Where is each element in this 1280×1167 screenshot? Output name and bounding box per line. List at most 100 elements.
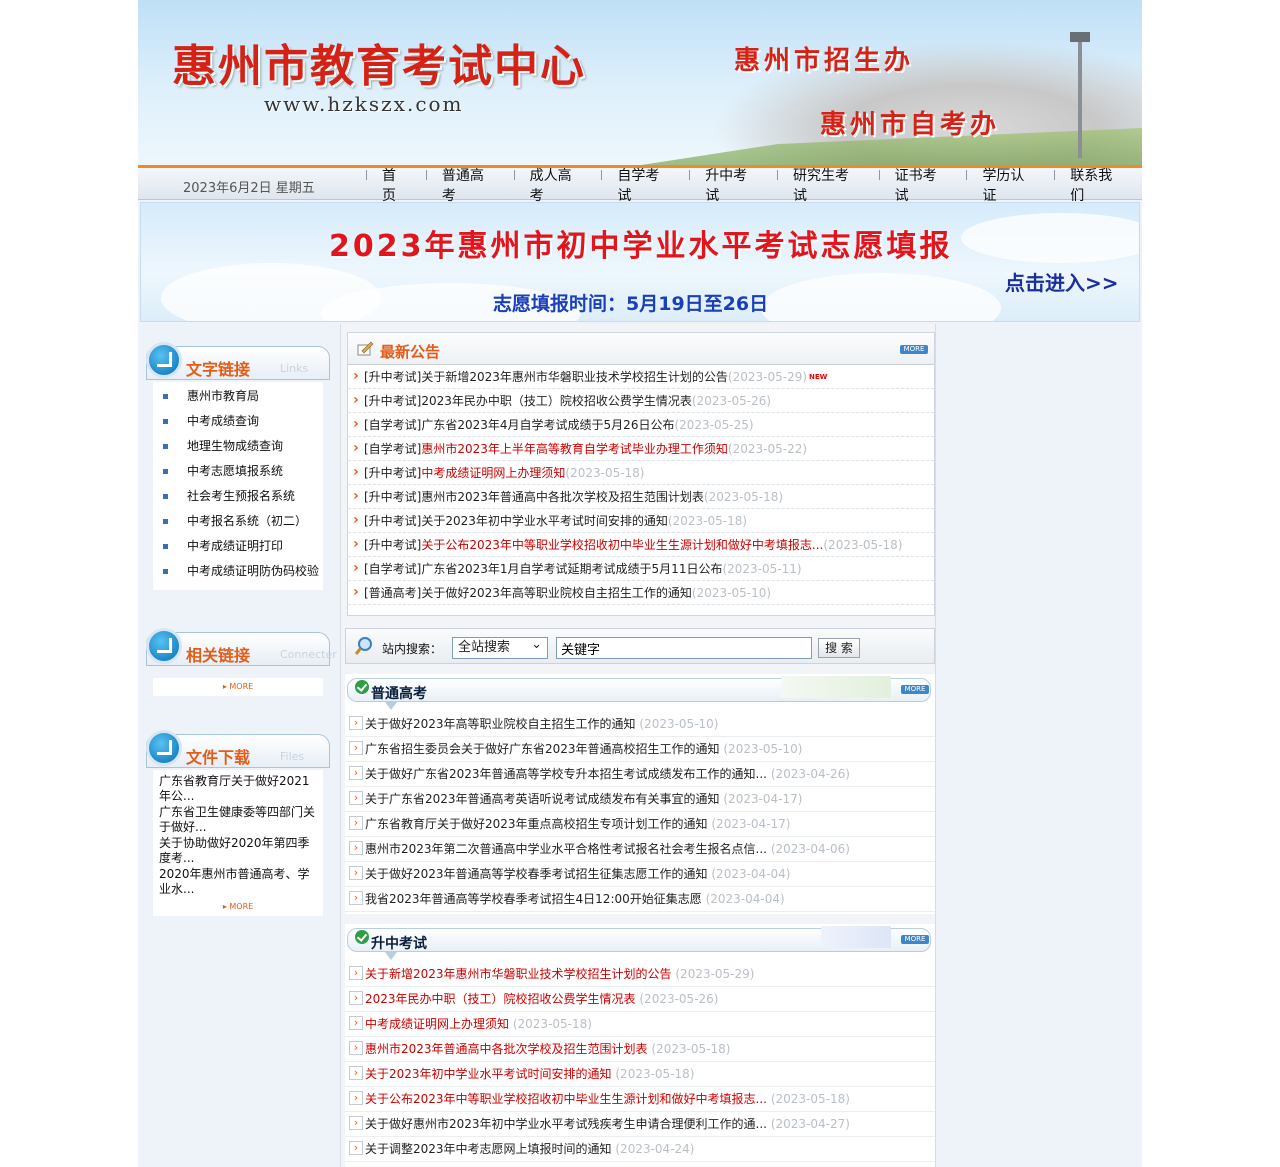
link-item-anticounterfeit[interactable]: 中考成绩证明防伪码校验 [153,559,323,584]
notice-date: (2023-05-29) [727,370,808,384]
item-link[interactable]: 关于新增2023年惠州市华磐职业技术学校招生计划的公告 [365,967,672,981]
list-item[interactable]: 关于做好2023年普通高等学校春季考试招生征集志愿工作的通知 (2023-04-… [345,862,935,887]
notice-link[interactable]: 2023年民办中职（技工）院校招收公费学生情况表 [421,394,692,408]
list-item[interactable]: 广东省招生委员会关于做好广东省2023年普通高校招生工作的通知 (2023-05… [345,737,935,762]
gaokao-title: 普通高考 [371,686,427,702]
site-title[interactable]: 惠州市教育考试中心 [172,30,586,94]
files-header: 文件下载 Files [146,720,332,770]
gaokao-more-button[interactable]: MORE [901,685,929,694]
file-item[interactable]: 广东省教育厅关于做好2021年公... [159,774,317,804]
notice-link[interactable]: 广东省2023年4月自学考试成绩于5月26日公布 [421,418,674,432]
nav-item-zhongkao[interactable]: 升中考试 [689,165,777,205]
list-item[interactable]: 我省2023年普通高等学校春季考试招生4日12:00开始征集志愿 (2023-0… [345,887,935,912]
notice-item[interactable]: [升中考试]2023年民办中职（技工）院校招收公费学生情况表(2023-05-2… [348,389,934,413]
notice-more-button[interactable]: MORE [900,345,928,354]
item-link[interactable]: 关于调整2023年中考志愿网上填报时间的通知 [365,1142,612,1156]
item-link[interactable]: 关于做好惠州市2023年初中学业水平考试残疾考生申请合理便利工作的通... [365,1117,767,1131]
item-link[interactable]: 关于做好广东省2023年普通高等学校专升本招生考试成绩发布工作的通知... [365,767,767,781]
notice-item[interactable]: [自学考试]广东省2023年1月自学考试延期考试成绩于5月11日公布(2023-… [348,557,934,581]
notice-link[interactable]: 惠州市2023年普通高中各批次学校及招生范围计划表 [421,490,704,504]
files-box: 文件下载 Files 广东省教育厅关于做好2021年公... 广东省卫生健康委等… [146,720,332,916]
right-column [938,324,1142,1167]
list-item[interactable]: 惠州市2023年第二次普通高中学业水平合格性考试报名社会考生报名点信... (2… [345,837,935,862]
nav-item-adult-exam[interactable]: 成人高考 [513,165,602,205]
new-badge: NEW [809,373,828,381]
list-item[interactable]: 关于做好惠州市2023年初中学业水平考试残疾考生申请合理便利工作的通... (2… [345,1112,935,1137]
file-item[interactable]: 广东省卫生健康委等四部门关于做好... [159,805,317,835]
nav-item-gaokao[interactable]: 普通高考 [425,165,514,205]
notice-link[interactable]: 广东省2023年1月自学考试延期考试成绩于5月11日公布 [421,562,722,576]
link-item-score-query[interactable]: 中考成绩查询 [153,409,323,434]
link-item-preference-system[interactable]: 中考志愿填报系统 [153,459,323,484]
item-date: (2023-04-06) [770,842,850,856]
item-link[interactable]: 惠州市2023年第二次普通高中学业水平合格性考试报名社会考生报名点信... [365,842,767,856]
item-link[interactable]: 关于做好2023年普通高等学校春季考试招生征集志愿工作的通知 [365,867,708,881]
promo-banner[interactable]: 2023年惠州市初中学业水平考试志愿填报 点击进入>> 志愿填报时间：5月19日… [140,202,1140,322]
list-item[interactable]: 广东省教育厅关于做好2023年重点高校招生专项计划工作的通知 (2023-04-… [345,812,935,837]
link-item-certificate-print[interactable]: 中考成绩证明打印 [153,534,323,559]
link-item-registration-grade2[interactable]: 中考报名系统（初二） [153,509,323,534]
file-item[interactable]: 关于协助做好2020年第四季度考... [159,836,317,866]
item-link[interactable]: 广东省教育厅关于做好2023年重点高校招生专项计划工作的通知 [365,817,708,831]
nav-item-postgraduate[interactable]: 研究生考试 [776,165,879,205]
list-item[interactable]: 关于公布2023年中等职业学校招收初中毕业生生源计划和做好中考填报志... (2… [345,1087,935,1112]
notice-item[interactable]: [升中考试]中考成绩证明网上办理须知(2023-05-18) [348,461,934,485]
list-item[interactable]: 关于做好2023年高等职业院校自主招生工作的通知 (2023-05-10) [345,712,935,737]
item-link[interactable]: 关于2023年初中学业水平考试时间安排的通知 [365,1067,612,1081]
files-title-en: Files [280,750,305,763]
notice-link[interactable]: 惠州市2023年上半年高等教育自学考试毕业办理工作须知 [421,442,728,456]
files-more-link[interactable]: MORE [153,898,323,916]
notepad-icon [357,341,374,356]
notice-item[interactable]: [升中考试]关于公布2023年中等职业学校招收初中毕业生生源计划和做好中考填报志… [348,533,934,557]
search-scope-select[interactable]: 全站搜索 [452,635,548,659]
list-item[interactable]: 中考成绩证明网上办理须知 (2023-05-18) [345,1012,935,1037]
nav-item-degree-verify[interactable]: 学历认证 [966,165,1054,205]
search-input[interactable] [556,637,812,659]
promo-enter-link[interactable]: 点击进入>> [1005,267,1119,296]
item-link[interactable]: 我省2023年普通高等学校春季考试招生4日12:00开始征集志愿 [365,892,702,906]
notice-link[interactable]: 关于2023年初中学业水平考试时间安排的通知 [421,514,668,528]
notice-link[interactable]: 中考成绩证明网上办理须知 [421,466,565,480]
notice-item[interactable]: [自学考试]惠州市2023年上半年高等教育自学考试毕业办理工作须知(2023-0… [348,437,934,461]
search-button[interactable]: 搜 索 [818,638,860,658]
link-item-geo-bio-score[interactable]: 地理生物成绩查询 [153,434,323,459]
item-link[interactable]: 中考成绩证明网上办理须知 [365,1017,509,1031]
list-item[interactable]: 关于2023年初中学业水平考试时间安排的通知 (2023-05-18) [345,1062,935,1087]
zhongkao-list: 关于新增2023年惠州市华磐职业技术学校招生计划的公告 (2023-05-29)… [345,962,935,1162]
nav-item-certificate[interactable]: 证书考试 [878,165,967,205]
notice-item[interactable]: [普通高考]关于做好2023年高等职业院校自主招生工作的通知(2023-05-1… [348,581,934,605]
nav-item-contact[interactable]: 联系我们 [1054,165,1142,205]
zhongkao-more-button[interactable]: MORE [901,935,929,944]
item-date: (2023-05-18) [615,1067,695,1081]
notice-link[interactable]: 关于公布2023年中等职业学校招收初中毕业生生源计划和做好中考填报志... [421,538,823,552]
notice-link[interactable]: 关于新增2023年惠州市华磐职业技术学校招生计划的公告 [421,370,728,384]
notice-item[interactable]: [升中考试]惠州市2023年普通高中各批次学校及招生范围计划表(2023-05-… [348,485,934,509]
related-title-en: Connecter [280,648,337,661]
notice-item[interactable]: [升中考试]关于2023年初中学业水平考试时间安排的通知(2023-05-18) [348,509,934,533]
list-item[interactable]: 2023年民办中职（技工）院校招收公费学生情况表 (2023-05-26) [345,987,935,1012]
arrow-circle-icon [146,628,182,664]
item-link[interactable]: 关于广东省2023年普通高考英语听说考试成绩发布有关事宜的通知 [365,792,720,806]
item-date: (2023-04-24) [615,1142,695,1156]
notice-item[interactable]: [升中考试]关于新增2023年惠州市华磐职业技术学校招生计划的公告(2023-0… [348,365,934,389]
link-item-education-bureau[interactable]: 惠州市教育局 [153,384,323,409]
nav-item-home[interactable]: 首页 [366,165,426,205]
item-link[interactable]: 惠州市2023年普通高中各批次学校及招生范围计划表 [365,1042,648,1056]
notice-item[interactable]: [自学考试]广东省2023年4月自学考试成绩于5月26日公布(2023-05-2… [348,413,934,437]
item-link[interactable]: 广东省招生委员会关于做好广东省2023年普通高校招生工作的通知 [365,742,720,756]
list-item[interactable]: 关于新增2023年惠州市华磐职业技术学校招生计划的公告 (2023-05-29) [345,962,935,987]
item-link[interactable]: 关于公布2023年中等职业学校招收初中毕业生生源计划和做好中考填报志... [365,1092,767,1106]
notice-link[interactable]: 关于做好2023年高等职业院校自主招生工作的通知 [421,586,692,600]
list-item[interactable]: 关于调整2023年中考志愿网上填报时间的通知 (2023-04-24) [345,1137,935,1162]
page: 惠州市教育考试中心 www.hzkszx.com 惠州市招生办 惠州市自考办 2… [138,0,1142,1167]
list-item[interactable]: 关于广东省2023年普通高考英语听说考试成绩发布有关事宜的通知 (2023-04… [345,787,935,812]
item-date: (2023-04-27) [770,1117,850,1131]
item-link[interactable]: 关于做好2023年高等职业院校自主招生工作的通知 [365,717,636,731]
related-more-link[interactable]: MORE [153,678,323,696]
link-item-social-registration[interactable]: 社会考生预报名系统 [153,484,323,509]
list-item[interactable]: 惠州市2023年普通高中各批次学校及招生范围计划表 (2023-05-18) [345,1037,935,1062]
nav-item-self-study[interactable]: 自学考试 [601,165,689,205]
file-item[interactable]: 2020年惠州市普通高考、学业水... [159,867,317,897]
item-link[interactable]: 2023年民办中职（技工）院校招收公费学生情况表 [365,992,636,1006]
list-item[interactable]: 关于做好广东省2023年普通高等学校专升本招生考试成绩发布工作的通知... (2… [345,762,935,787]
